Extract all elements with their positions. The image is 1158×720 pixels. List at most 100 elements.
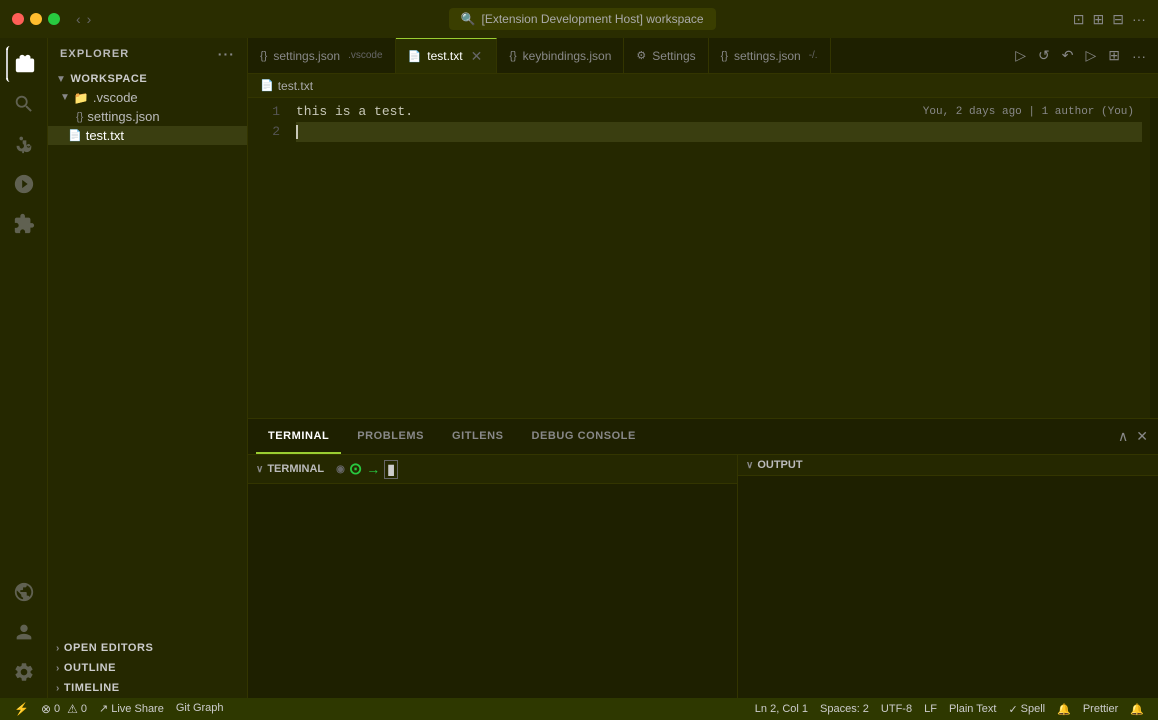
status-bell[interactable]: 🔔 [1124,703,1150,716]
status-remote[interactable]: ⚡ [8,702,35,716]
workspace-label: WORKSPACE [70,73,147,85]
activity-remote[interactable] [6,574,42,610]
test-txt-tab-icon: 📄 [408,50,422,63]
back-action-icon[interactable]: ↶ [1058,45,1078,66]
revert-action-icon[interactable]: ↺ [1034,45,1054,66]
status-line-endings[interactable]: LF [918,703,943,715]
activity-search[interactable] [6,86,42,122]
status-indentation[interactable]: Spaces: 2 [814,703,875,715]
split-action-icon[interactable]: ⊞ [1104,45,1124,66]
output-label: OUTPUT [757,459,802,471]
panel-collapse-icon[interactable]: ∧ [1116,426,1130,447]
status-git-graph[interactable]: Git Graph [170,702,230,714]
sidebar-more-icon[interactable]: ··· [218,46,235,62]
line-number-1: 1 [248,102,288,122]
open-editors-chevron: › [56,643,60,654]
outline-chevron: › [56,663,60,674]
editor-content[interactable]: You, 2 days ago | 1 author (You) this is… [288,98,1150,418]
tab-test-txt[interactable]: 📄 test.txt ✕ [396,38,498,73]
more-icon[interactable]: ··· [1132,11,1146,27]
spell-check-icon: ✓ [1008,703,1017,716]
editor-container[interactable]: 1 2 You, 2 days ago | 1 author (You) thi… [248,98,1158,418]
sidebar-title: EXPLORER [60,48,129,60]
workspace-section[interactable]: ▼ WORKSPACE [48,70,247,88]
tab-close-button[interactable]: ✕ [469,48,485,65]
timeline-section[interactable]: › TIMELINE [48,678,247,698]
window-title: 🔍 [Extension Development Host] workspace [449,8,716,30]
minimize-button[interactable] [30,13,42,25]
status-encoding[interactable]: UTF-8 [875,703,918,715]
indentation-label: Spaces: 2 [820,703,869,715]
vscode-label: .vscode [93,90,138,105]
text-cursor [296,125,298,139]
code-line-2[interactable] [296,122,1142,142]
tab-settings-json-vscode[interactable]: {} settings.json .vscode [248,38,396,73]
vscode-folder[interactable]: ▼ 📁 .vscode [48,88,247,107]
status-errors[interactable]: ⊗ 0 ⚠ 0 [35,702,93,716]
more-action-icon[interactable]: ··· [1128,46,1150,66]
layout-icon[interactable]: ⊡ [1073,11,1085,28]
editor-area: {} settings.json .vscode 📄 test.txt ✕ {}… [248,38,1158,698]
editor-terminal-container: 1 2 You, 2 days ago | 1 author (You) thi… [248,98,1158,698]
status-prettier[interactable]: Prettier [1077,703,1124,715]
split-icon[interactable]: ⊟ [1112,11,1124,28]
settings-json-2-icon: {} [721,50,728,62]
sidebar-header: EXPLORER ··· [48,38,247,66]
activity-settings[interactable] [6,654,42,690]
sidebar-item-settings-json[interactable]: {} settings.json [48,107,247,126]
outline-section[interactable]: › OUTLINE [48,658,247,678]
forward-action-icon[interactable]: ▷ [1081,45,1100,66]
cursor-position-label: Ln 2, Col 1 [755,703,808,715]
status-language-mode[interactable]: Plain Text [943,703,1003,715]
activity-source-control[interactable] [6,126,42,162]
workspace-chevron: ▼ [56,74,66,85]
maximize-button[interactable] [48,13,60,25]
panel-tab-debug[interactable]: DEBUG CONSOLE [520,419,648,454]
activity-explorer[interactable] [6,46,42,82]
sidebar-icon[interactable]: ⊞ [1093,11,1105,28]
panel-tab-gitlens-label: GITLENS [452,430,504,442]
open-editors-section[interactable]: › OPEN EDITORS [48,638,247,658]
error-count: 0 [54,703,60,715]
line-numbers: 1 2 [248,98,288,418]
terminal-refresh-icon[interactable]: ⊙ [349,459,362,479]
status-spell[interactable]: ✓ Spell [1002,703,1051,716]
breadcrumb-path[interactable]: test.txt [278,79,313,93]
status-live-share[interactable]: ↗ Live Share [93,702,170,715]
status-notification[interactable]: 🔔 [1051,703,1077,716]
activity-accounts[interactable] [6,614,42,650]
traffic-lights [12,13,60,25]
nav-back-icon[interactable]: ‹ [76,11,81,27]
prettier-label: Prettier [1083,703,1118,715]
activity-extensions[interactable] [6,206,42,242]
breadcrumb-file-icon: 📄 [260,79,274,92]
output-body[interactable] [738,476,1158,698]
tab-settings[interactable]: ⚙ Settings [624,38,708,73]
sidebar-item-test-txt[interactable]: 📄 test.txt [48,126,247,145]
tab-keybindings-json[interactable]: {} keybindings.json [497,38,624,73]
search-icon: 🔍 [461,12,476,26]
warning-icon: ⚠ [67,702,78,716]
test-txt-icon: 📄 [68,129,82,142]
terminal-arrow-icon[interactable]: → [366,461,380,477]
breadcrumb: 📄 test.txt [248,74,1158,98]
status-cursor-position[interactable]: Ln 2, Col 1 [749,703,814,715]
activity-run[interactable] [6,166,42,202]
terminal-body[interactable] [248,484,737,698]
open-editors-label: OPEN EDITORS [64,642,154,654]
activity-bar-bottom [6,574,42,690]
tab-settings-json-2[interactable]: {} settings.json -/. [709,38,831,73]
panel-tab-gitlens[interactable]: GITLENS [440,419,516,454]
panel-tab-problems[interactable]: PROBLEMS [345,419,436,454]
settings-json-icon: {} [76,111,83,123]
editor-scrollbar[interactable] [1150,98,1158,418]
terminal-shell-icon[interactable]: ▮ [384,460,398,479]
close-button[interactable] [12,13,24,25]
run-action-icon[interactable]: ▷ [1011,45,1030,66]
terminal-dot-icon: ◉ [336,464,345,475]
timeline-chevron: › [56,683,60,694]
panel-content: ∨ TERMINAL ◉ ⊙ → ▮ [248,455,1158,698]
panel-tab-terminal[interactable]: TERMINAL [256,419,341,454]
panel-close-icon[interactable]: ✕ [1134,426,1150,447]
nav-forward-icon[interactable]: › [87,11,92,27]
